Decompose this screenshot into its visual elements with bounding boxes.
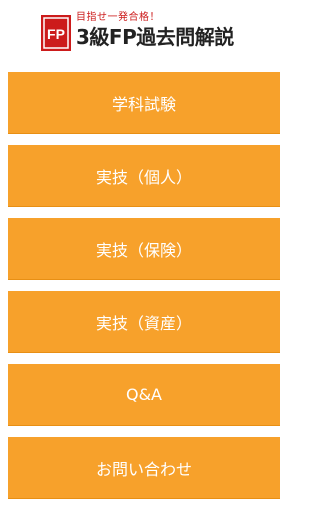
menu-button-practical-individual[interactable]: 実技（個人） <box>8 145 280 207</box>
menu-button-practical-assets[interactable]: 実技（資産） <box>8 291 280 353</box>
menu-button-qa[interactable]: Q&A <box>8 364 280 426</box>
tagline: 目指せ一発合格！ <box>76 12 160 23</box>
menu-button-practical-insurance[interactable]: 実技（保険） <box>8 218 280 280</box>
menu-button-academic-exam[interactable]: 学科試験 <box>8 72 280 134</box>
menu-button-contact[interactable]: お問い合わせ <box>8 437 280 499</box>
app-header: FP 目指せ一発合格！ 3級FP過去問解説 <box>0 0 288 60</box>
main-menu: 学科試験 実技（個人） 実技（保険） 実技（資産） Q&A お問い合わせ <box>8 72 280 510</box>
app-title: 3級FP過去問解説 <box>76 25 234 49</box>
fp-logo-icon: FP <box>41 15 71 51</box>
logo-text: FP <box>47 26 65 42</box>
